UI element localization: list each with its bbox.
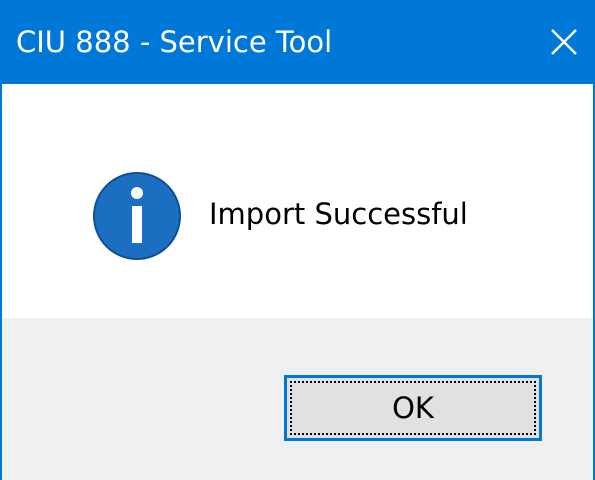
message-text: Import Successful — [209, 197, 468, 231]
message-area: Import Successful — [2, 84, 593, 318]
ok-button-label: OK — [392, 391, 434, 425]
button-area: OK — [2, 318, 593, 480]
title-bar[interactable]: CIU 888 - Service Tool — [2, 0, 595, 84]
info-icon — [93, 172, 181, 260]
close-icon — [551, 29, 577, 55]
ok-button[interactable]: OK — [284, 375, 542, 441]
message-box-dialog: CIU 888 - Service Tool Import Successful… — [0, 0, 595, 480]
window-title: CIU 888 - Service Tool — [16, 25, 333, 59]
close-button[interactable] — [531, 0, 595, 84]
